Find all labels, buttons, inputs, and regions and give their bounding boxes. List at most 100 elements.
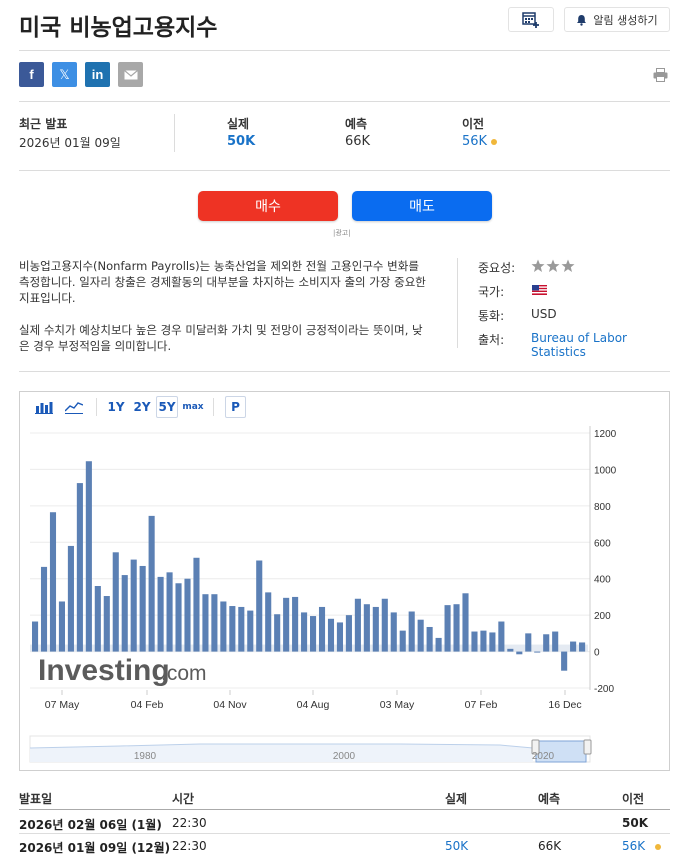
row-time: 22:30 [172, 816, 207, 830]
bar[interactable] [327, 618, 335, 652]
bar[interactable] [193, 557, 200, 652]
bar[interactable] [471, 631, 478, 652]
bar[interactable] [516, 651, 523, 655]
bar[interactable] [301, 612, 308, 652]
bar[interactable] [148, 515, 155, 652]
bar[interactable] [561, 651, 568, 671]
bar[interactable] [49, 512, 57, 652]
bar[interactable] [112, 552, 119, 652]
bar[interactable] [202, 594, 209, 652]
bar[interactable] [435, 637, 442, 652]
bar[interactable] [211, 594, 218, 652]
bar[interactable] [157, 576, 164, 652]
y-tick-label: 400 [594, 575, 611, 586]
nfp-bar-chart: Investing .com 120010008006004002000-200… [29, 426, 617, 763]
bar[interactable] [247, 610, 254, 652]
bar[interactable] [399, 630, 406, 652]
bar[interactable] [130, 559, 137, 652]
row-forecast: 66K [538, 839, 562, 853]
bar[interactable] [94, 586, 101, 652]
bar[interactable] [390, 612, 397, 652]
y-tick-label: -200 [594, 684, 614, 695]
bar[interactable] [552, 631, 559, 652]
bar[interactable] [32, 621, 39, 652]
bar[interactable] [76, 483, 83, 652]
bar[interactable] [220, 601, 227, 652]
x-tick-label: 16 Dec [548, 699, 581, 711]
bar[interactable] [579, 642, 586, 652]
bar[interactable] [265, 592, 272, 652]
row-previous: 50K [622, 816, 648, 830]
bar[interactable] [543, 634, 550, 652]
x-tick-label: 07 Feb [465, 699, 498, 711]
row-time: 22:30 [172, 839, 207, 853]
bar[interactable] [103, 596, 110, 652]
time-navigator[interactable]: 1980 2000 2020 [29, 735, 592, 763]
table-header-date: 발표일 [19, 792, 53, 806]
navigator-label: 1980 [134, 751, 157, 762]
table-row-divider [19, 833, 670, 834]
table-header-divider [19, 809, 670, 810]
row-date: 2026년 02월 06일 (1월) [19, 818, 162, 832]
row-actual: 50K [445, 839, 469, 853]
bar[interactable] [426, 626, 433, 652]
x-tick-label: 07 May [45, 699, 80, 711]
bar[interactable] [85, 461, 92, 652]
bar[interactable] [166, 572, 173, 652]
y-tick-label: 1200 [594, 429, 617, 440]
table-header-actual: 실제 [445, 792, 468, 806]
y-tick-label: 1000 [594, 465, 617, 476]
bar[interactable] [462, 593, 469, 652]
bar[interactable] [256, 560, 263, 652]
bar[interactable] [310, 616, 317, 652]
bar[interactable] [534, 651, 541, 653]
table-header-forecast: 예측 [538, 792, 561, 806]
y-tick-label: 0 [594, 648, 600, 659]
bar[interactable] [408, 611, 415, 652]
bar[interactable] [525, 633, 532, 652]
bar[interactable] [40, 566, 48, 652]
bar[interactable] [238, 606, 245, 652]
bar[interactable] [363, 604, 370, 652]
bar[interactable] [67, 545, 74, 652]
bar[interactable] [444, 605, 451, 652]
x-tick-label: 03 May [380, 699, 415, 711]
table-header-time: 시간 [172, 792, 195, 806]
bar[interactable] [354, 598, 361, 652]
bar[interactable] [372, 606, 379, 652]
table-header-previous: 이전 [622, 792, 645, 806]
bar[interactable] [175, 583, 182, 652]
x-tick-label: 04 Aug [297, 699, 330, 711]
watermark-domain: .com [161, 662, 207, 685]
bar[interactable] [507, 648, 514, 652]
y-tick-label: 200 [594, 611, 611, 622]
bar[interactable] [417, 619, 424, 652]
row-previous-text: 56K [622, 839, 646, 853]
bar[interactable] [318, 606, 326, 652]
bar[interactable] [480, 630, 487, 652]
row-previous: 56K [622, 839, 661, 853]
bar[interactable] [489, 632, 496, 652]
bar[interactable] [139, 565, 146, 652]
navigator-label: 2000 [333, 751, 356, 762]
bar[interactable] [453, 604, 460, 652]
bar[interactable] [58, 601, 65, 652]
bar[interactable] [345, 615, 352, 652]
navigator-label: 2020 [532, 751, 555, 762]
bar[interactable] [121, 575, 128, 652]
bar[interactable] [229, 606, 236, 652]
row-date: 2026년 01월 09일 (12월) [19, 841, 171, 855]
revision-dot-icon [654, 843, 661, 850]
bar[interactable] [274, 614, 281, 652]
watermark-brand: Investing [38, 654, 170, 687]
y-tick-label: 600 [594, 538, 611, 549]
bar[interactable] [292, 596, 299, 652]
bar[interactable] [498, 621, 505, 652]
navigator-handle-right[interactable] [583, 739, 592, 755]
bar[interactable] [381, 598, 388, 652]
bar[interactable] [184, 578, 191, 652]
bar[interactable] [336, 622, 343, 652]
x-tick-label: 04 Feb [131, 699, 164, 711]
bar[interactable] [283, 597, 290, 652]
bar[interactable] [570, 641, 577, 652]
